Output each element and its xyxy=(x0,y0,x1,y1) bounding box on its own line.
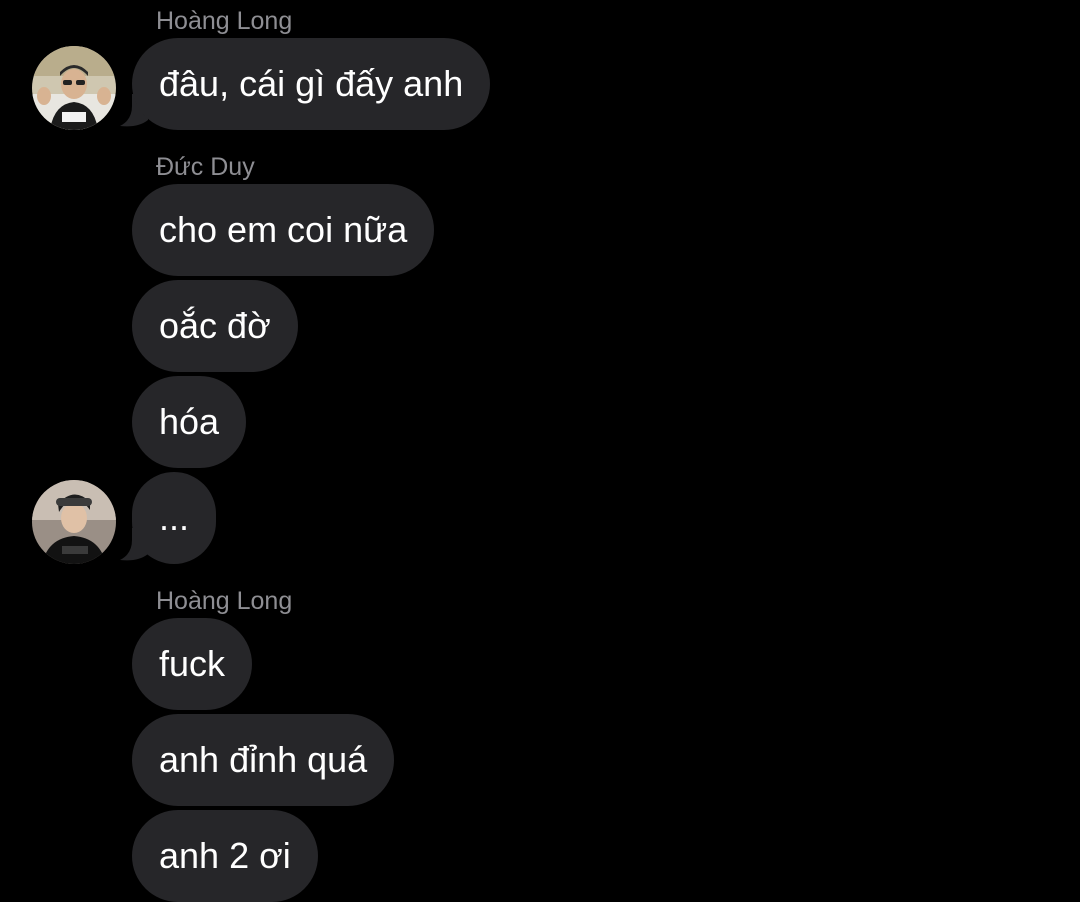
message-bubble[interactable]: đâu, cái gì đấy anh xyxy=(132,38,491,130)
sender-name: Hoàng Long xyxy=(156,587,293,615)
sender-name: Hoàng Long xyxy=(156,7,293,35)
avatar-duc-duy[interactable] xyxy=(32,480,116,564)
sender-name: Đức Duy xyxy=(156,153,255,181)
message-bubble[interactable]: cho em coi nữa xyxy=(132,184,435,276)
message-text: hóa xyxy=(159,401,220,442)
avatar-photo xyxy=(32,480,116,564)
message-text: oắc đờ xyxy=(159,305,271,346)
message-bubble[interactable]: ... xyxy=(132,472,217,564)
message-text: cho em coi nữa xyxy=(159,209,408,250)
avatar-hoang-long[interactable] xyxy=(32,46,116,130)
message-text: đâu, cái gì đấy anh xyxy=(159,63,464,104)
message-bubble[interactable]: anh đỉnh quá xyxy=(132,714,395,806)
chat-thread: Hoàng Long đâu, cái gì đấy anh Đức Duy c… xyxy=(0,0,1080,902)
message-text: anh 2 ơi xyxy=(159,835,291,876)
message-bubble[interactable]: oắc đờ xyxy=(132,280,298,372)
avatar-photo xyxy=(32,46,116,130)
message-text: anh đỉnh quá xyxy=(159,739,368,780)
message-bubble[interactable]: hóa xyxy=(132,376,247,468)
message-text: ... xyxy=(159,497,190,538)
message-bubble[interactable]: fuck xyxy=(132,618,253,710)
message-text: fuck xyxy=(159,643,226,684)
message-bubble[interactable]: anh 2 ơi xyxy=(132,810,318,902)
